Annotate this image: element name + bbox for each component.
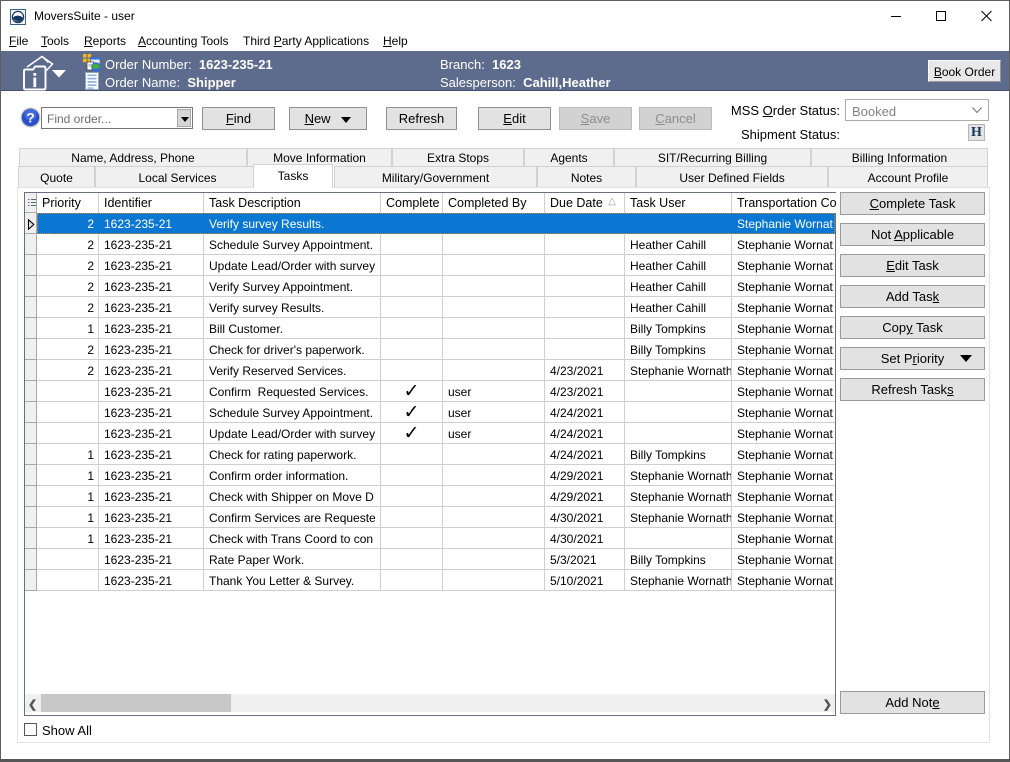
svg-text:?: ? <box>26 110 35 126</box>
